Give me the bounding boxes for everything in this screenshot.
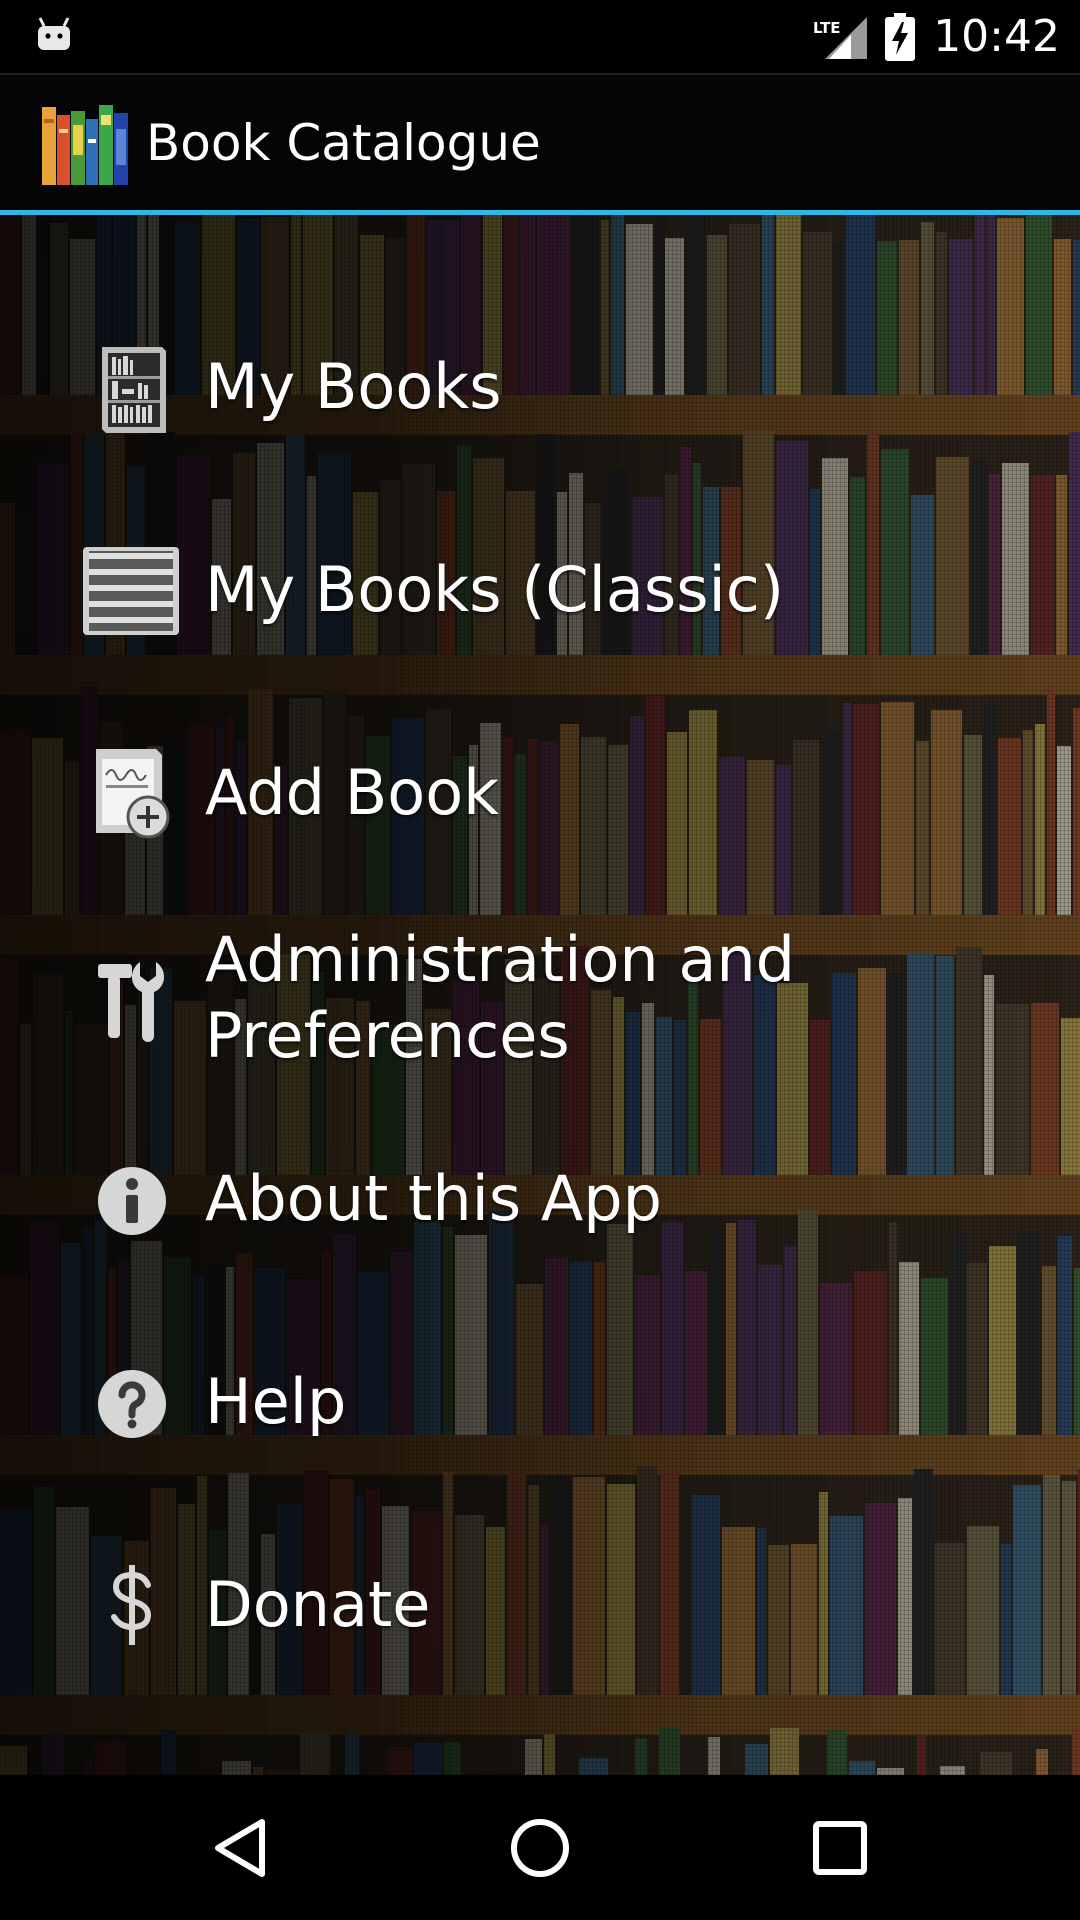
status-bar: LTE 10:42 (0, 0, 1080, 73)
back-icon (215, 1818, 265, 1877)
menu-item-my-books[interactable]: My Books (0, 287, 1080, 490)
action-bar: Book Catalogue (0, 73, 1080, 212)
home-icon (511, 1818, 569, 1877)
screen: LTE 10:42 Book Catalogue My Books My Boo… (0, 0, 1080, 1920)
network-type: LTE (813, 19, 841, 37)
menu-item-label: About this App (205, 1162, 662, 1235)
bookshelf-icon (80, 337, 184, 441)
recents-icon (813, 1820, 867, 1875)
recents-button[interactable] (760, 1775, 920, 1920)
info-icon (80, 1149, 184, 1253)
main-menu-content: My Books My Books (Classic) Add Book Adm… (0, 215, 1080, 1775)
menu-item-label: My Books (Classic) (205, 553, 785, 626)
status-icons: LTE 10:42 (811, 0, 1060, 73)
menu-item-help[interactable]: Help (0, 1302, 1080, 1505)
home-button[interactable] (460, 1775, 620, 1920)
status-time: 10:42 (933, 11, 1060, 62)
menu-item-administration-and-preferences[interactable]: Administration and Preferences (0, 896, 1080, 1099)
back-button[interactable] (160, 1775, 320, 1920)
books-logo-icon (42, 105, 128, 185)
lte-signal-icon: LTE (813, 16, 868, 59)
list-icon (78, 539, 184, 643)
menu-item-my-books-classic[interactable]: My Books (Classic) (0, 490, 1080, 693)
menu-item-label: Add Book (205, 756, 500, 829)
navigation-bar (0, 1775, 1080, 1920)
battery-charging-icon (885, 12, 916, 61)
menu-item-about-this-app[interactable]: About this App (0, 1099, 1080, 1302)
menu-item-add-book[interactable]: Add Book (0, 693, 1080, 896)
dollar-icon (80, 1553, 184, 1657)
app-title: Book Catalogue (146, 114, 541, 172)
menu-item-label: My Books (205, 350, 502, 423)
menu-item-donate[interactable]: Donate (0, 1505, 1080, 1708)
tools-icon (80, 948, 184, 1052)
add-book-icon (80, 741, 184, 845)
menu-item-label: Administration and Preferences (205, 923, 796, 1072)
menu-item-label: Help (205, 1365, 347, 1438)
help-icon (80, 1352, 184, 1456)
menu-item-label: Donate (205, 1568, 431, 1641)
android-icon (38, 17, 70, 50)
